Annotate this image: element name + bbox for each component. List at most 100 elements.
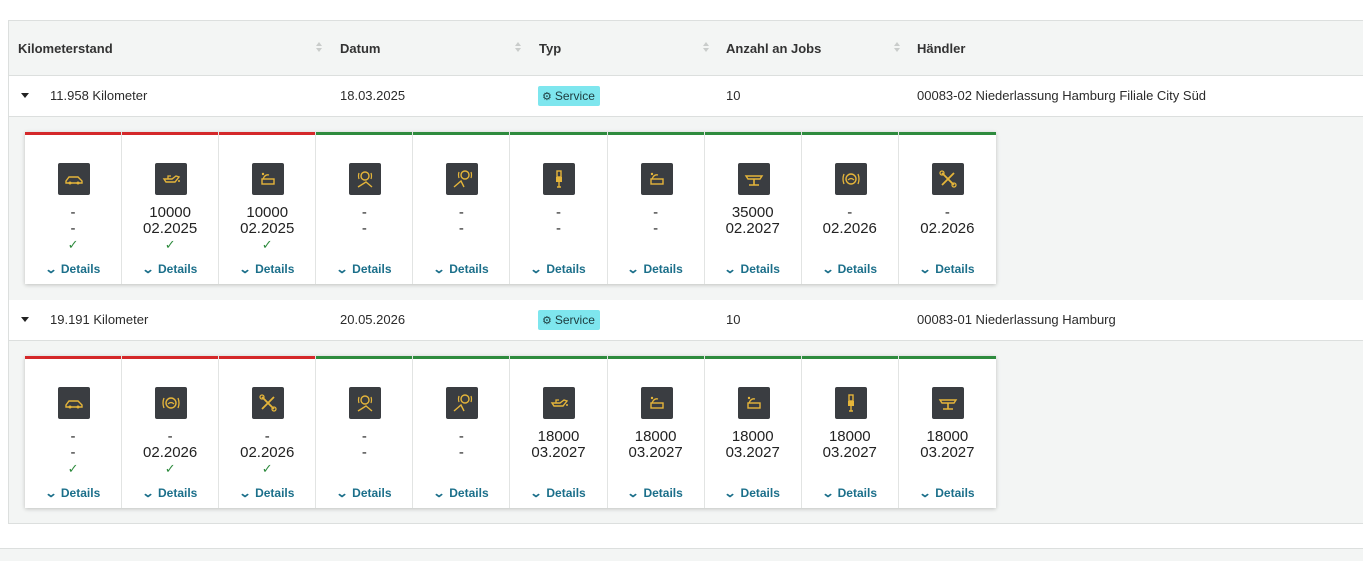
job-due-date: - — [70, 444, 76, 461]
details-label: Details — [740, 486, 780, 500]
job-due-date: 02.2027 — [725, 220, 780, 237]
sort-icon[interactable] — [893, 42, 901, 54]
details-link[interactable]: ⌄ Details — [316, 486, 412, 500]
expand-caret-icon[interactable] — [21, 93, 29, 98]
details-link[interactable]: ⌄ Details — [899, 262, 996, 276]
job-mileage: - — [653, 204, 659, 221]
job-due-date: - — [361, 220, 367, 237]
job-due-date: 02.2025 — [143, 220, 198, 237]
job-mileage: - — [361, 204, 367, 221]
job-due-date: 02.2025 — [240, 220, 295, 237]
job-mileage: - — [264, 428, 270, 445]
job-due-date: - — [361, 444, 367, 461]
job-card: 18000 03.2027 ⌄ Details — [510, 356, 608, 508]
details-label: Details — [546, 486, 586, 500]
job-due-date: 03.2027 — [920, 444, 975, 461]
oil-can-icon — [155, 163, 188, 195]
job-card: 10000 02.2025 ✓ ⌄ Details — [122, 132, 220, 284]
details-link[interactable]: ⌄ Details — [899, 486, 996, 500]
details-label: Details — [837, 262, 877, 276]
status-bar — [607, 356, 704, 359]
details-link[interactable]: ⌄ Details — [510, 486, 606, 500]
details-link[interactable]: ⌄ Details — [219, 262, 315, 276]
details-link[interactable]: ⌄ Details — [122, 262, 218, 276]
details-link[interactable]: ⌄ Details — [608, 262, 704, 276]
table-row[interactable]: 19.191 Kilometer 20.05.2026 ⚙ Service 10 … — [9, 300, 1363, 341]
row-kilometerstand: 11.958 Kilometer — [50, 88, 148, 103]
job-mileage: 18000 — [537, 428, 580, 445]
job-mileage: - — [70, 428, 76, 445]
job-card: 10000 02.2025 ✓ ⌄ Details — [219, 132, 317, 284]
details-link[interactable]: ⌄ Details — [510, 262, 606, 276]
expand-caret-icon[interactable] — [21, 317, 29, 322]
job-mileage: - — [556, 204, 562, 221]
job-due-date: 03.2027 — [822, 444, 877, 461]
check-icon: ✓ — [164, 237, 176, 252]
job-card: 35000 02.2027 ⌄ Details — [704, 132, 802, 284]
job-mileage: - — [167, 428, 173, 445]
details-link[interactable]: ⌄ Details — [608, 486, 704, 500]
details-link[interactable]: ⌄ Details — [25, 486, 121, 500]
sort-icon[interactable] — [315, 42, 323, 54]
status-bar — [413, 132, 510, 135]
header-typ[interactable]: Typ — [539, 21, 561, 76]
row-datum: 18.03.2025 — [340, 88, 406, 103]
details-link[interactable]: ⌄ Details — [122, 486, 218, 500]
header-anzahl-jobs[interactable]: Anzahl an Jobs — [726, 21, 821, 76]
tools-icon — [252, 387, 285, 419]
job-card: - - ⌄ Details — [607, 132, 705, 284]
job-mileage: 18000 — [926, 428, 969, 445]
job-card: - - ⌄ Details — [316, 132, 414, 284]
oil-can-icon — [543, 387, 576, 419]
chevron-down-icon: ⌄ — [141, 262, 155, 276]
details-link[interactable]: ⌄ Details — [219, 486, 315, 500]
header-haendler[interactable]: Händler — [917, 21, 965, 76]
details-link[interactable]: ⌄ Details — [705, 486, 801, 500]
status-bar — [316, 132, 413, 135]
details-label: Details — [60, 486, 101, 500]
check-icon: ✓ — [261, 461, 273, 476]
job-due-date: - — [556, 220, 562, 237]
job-card: - - ⌄ Details — [413, 356, 511, 508]
chevron-down-icon: ⌄ — [44, 486, 58, 500]
details-link[interactable]: ⌄ Details — [316, 262, 412, 276]
status-bar — [510, 356, 607, 359]
details-label: Details — [255, 262, 295, 276]
chevron-down-icon: ⌄ — [918, 262, 932, 276]
header-kilometerstand[interactable]: Kilometerstand — [18, 21, 113, 76]
details-link[interactable]: ⌄ Details — [802, 262, 898, 276]
job-card: 18000 03.2027 ⌄ Details — [607, 356, 705, 508]
job-card: 18000 03.2027 ⌄ Details — [801, 356, 899, 508]
status-bar — [704, 132, 801, 135]
status-bar — [898, 356, 996, 359]
table-row[interactable]: 11.958 Kilometer 18.03.2025 ⚙ Service 10 … — [9, 76, 1363, 117]
brake-rear-icon — [446, 163, 479, 195]
job-due-date: - — [458, 444, 464, 461]
job-due-date: 02.2026 — [822, 220, 877, 237]
job-cards: - - ✓ ⌄ Details -02.2026 ✓ ⌄ Details -02.2026 ✓ ⌄ De… — [25, 356, 996, 508]
chevron-down-icon: ⌄ — [723, 486, 738, 500]
brake-front-icon — [349, 163, 382, 195]
lift-icon — [931, 387, 964, 419]
details-link[interactable]: ⌄ Details — [413, 262, 509, 276]
chevron-down-icon: ⌄ — [529, 486, 543, 500]
sort-icon[interactable] — [514, 42, 522, 54]
check-icon: ✓ — [67, 237, 79, 252]
details-link[interactable]: ⌄ Details — [802, 486, 898, 500]
job-mileage: 18000 — [634, 428, 677, 445]
tools-icon — [931, 163, 964, 195]
status-bar — [801, 132, 898, 135]
brake-front-icon — [349, 387, 382, 419]
status-bar — [219, 132, 316, 135]
brake-rear-icon — [446, 387, 479, 419]
chevron-down-icon: ⌄ — [626, 262, 640, 276]
details-link[interactable]: ⌄ Details — [413, 486, 509, 500]
details-link[interactable]: ⌄ Details — [25, 262, 121, 276]
job-mileage: - — [70, 204, 76, 221]
details-label: Details — [935, 262, 975, 276]
status-bar — [704, 356, 801, 359]
sort-icon[interactable] — [702, 42, 710, 54]
header-datum[interactable]: Datum — [340, 21, 380, 76]
details-link[interactable]: ⌄ Details — [705, 262, 801, 276]
wiper-fluid-icon — [737, 387, 770, 419]
